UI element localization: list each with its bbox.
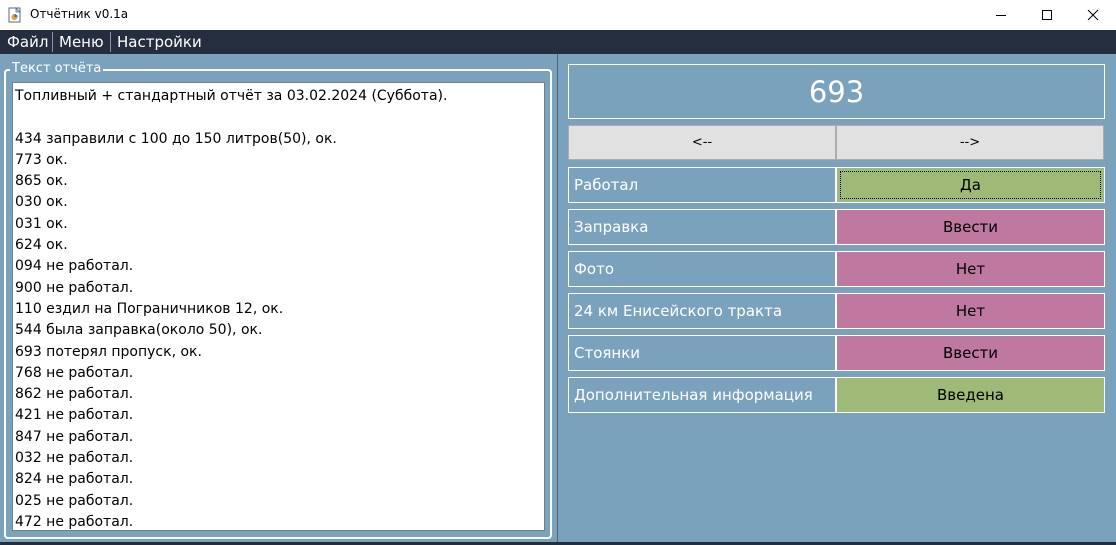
- report-group-label: Текст отчёта: [10, 61, 104, 77]
- report-line: 847 не работал.: [15, 428, 134, 445]
- minimize-icon: [996, 15, 1006, 16]
- report-line: 862 не работал.: [15, 386, 134, 403]
- report-line: 030 ок.: [15, 194, 68, 211]
- report-line: Топливный + стандартный отчёт за 03.02.2…: [15, 88, 448, 104]
- field-value-label: Ввести: [942, 218, 999, 236]
- minimize-button[interactable]: [978, 0, 1024, 30]
- report-line: 824 не работал.: [15, 471, 134, 488]
- report-line: 025 не работал.: [15, 492, 134, 509]
- report-line: 544 была заправка(около 50), ок.: [15, 322, 263, 339]
- panel-divider: [557, 54, 558, 542]
- report-line: 421 не работал.: [15, 407, 134, 424]
- maximize-button[interactable]: [1024, 0, 1070, 30]
- field-value-button[interactable]: Нет: [836, 293, 1105, 329]
- report-textbox[interactable]: Топливный + стандартный отчёт за 03.02.2…: [12, 82, 545, 531]
- field-value-button[interactable]: Нет: [836, 251, 1105, 287]
- menu-separator: [110, 32, 111, 52]
- window-title: Отчётник v0.1a: [30, 7, 129, 21]
- report-line: 773 ок.: [15, 151, 68, 168]
- field-label: 24 км Енисейского тракта: [568, 293, 836, 329]
- field-label: Фото: [568, 251, 836, 287]
- close-button[interactable]: [1070, 0, 1116, 30]
- report-line: 865 ок.: [15, 173, 68, 190]
- field-value-button[interactable]: Введена: [836, 377, 1105, 413]
- field-value-button[interactable]: Ввести: [836, 209, 1105, 245]
- menu-separator: [52, 32, 53, 52]
- report-line: 900 не работал.: [15, 279, 134, 296]
- field-value-label: Нет: [955, 260, 986, 278]
- focus-ring: [840, 171, 1101, 199]
- close-icon: [1087, 9, 1099, 21]
- report-line: 110 ездил на Пограничников 12, ок.: [15, 300, 284, 317]
- field-value-label: Нет: [955, 302, 986, 320]
- menu-bar: Файл Меню Настройки: [0, 30, 1116, 54]
- field-label: Стоянки: [568, 335, 836, 371]
- report-line: 032 не работал.: [15, 450, 134, 467]
- report-line: 693 потерял пропуск, ок.: [15, 343, 202, 360]
- report-line: [15, 107, 544, 128]
- field-value-button[interactable]: Да: [836, 167, 1105, 203]
- next-button[interactable]: -->: [836, 125, 1104, 160]
- menu-settings[interactable]: Настройки: [117, 30, 202, 54]
- report-line: 434 заправили с 100 до 150 литров(50), о…: [15, 130, 337, 147]
- vehicle-number-display: 693: [568, 64, 1105, 119]
- field-value-button[interactable]: Ввести: [836, 335, 1105, 371]
- report-line: 624 ок.: [15, 237, 68, 254]
- report-line: 472 не работал.: [15, 513, 134, 530]
- menu-menu[interactable]: Меню: [59, 30, 104, 54]
- field-label: Заправка: [568, 209, 836, 245]
- field-value-label: Ввести: [942, 344, 999, 362]
- field-value-label: Введена: [937, 386, 1004, 404]
- report-line: 768 не работал.: [15, 364, 134, 381]
- report-line: 031 ок.: [15, 215, 68, 232]
- previous-button[interactable]: <--: [568, 125, 836, 160]
- menu-file[interactable]: Файл: [7, 30, 48, 54]
- app-icon: [8, 7, 21, 23]
- field-label: Работал: [568, 167, 836, 203]
- report-line: 094 не работал.: [15, 258, 134, 275]
- field-label: Дополнительная информация: [568, 377, 836, 413]
- maximize-icon: [1042, 10, 1052, 20]
- title-bar: Отчётник v0.1a: [0, 0, 1116, 30]
- main-area: Текст отчёта Топливный + стандартный отч…: [0, 54, 1116, 542]
